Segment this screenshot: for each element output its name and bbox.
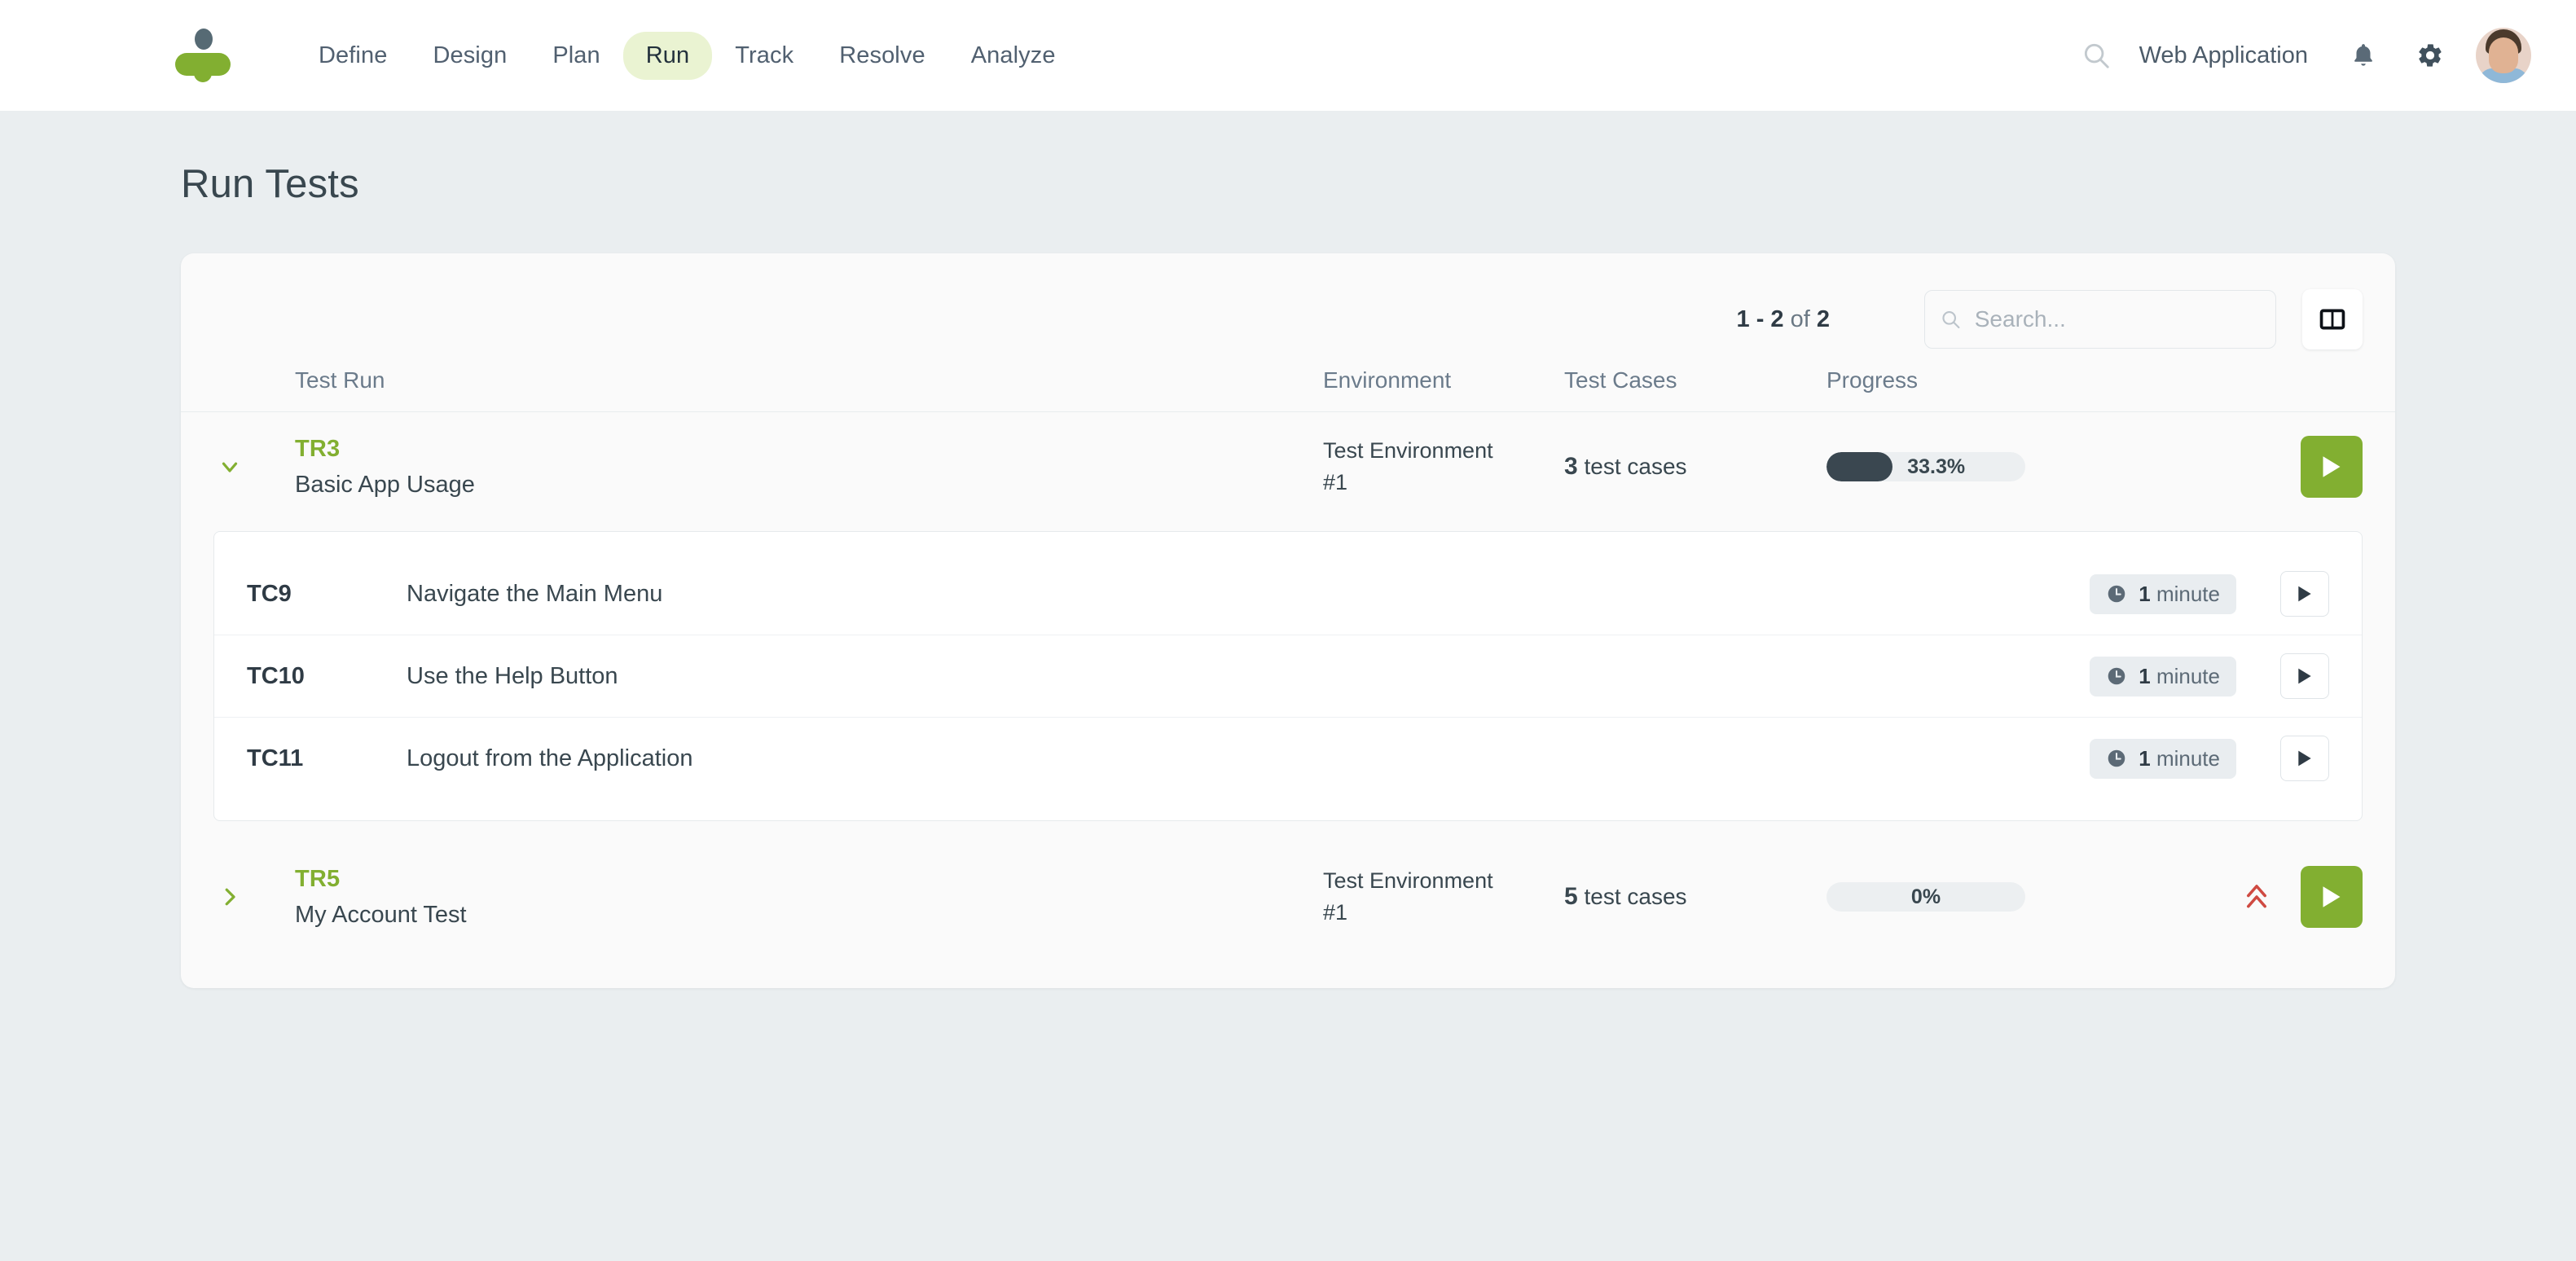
run-cell: TR3 Basic App Usage — [295, 436, 1323, 499]
user-avatar[interactable] — [2476, 28, 2531, 83]
avatar-face — [2489, 37, 2518, 73]
run-test-case-count: 3 test cases — [1564, 453, 1826, 481]
test-case-count-value: 5 — [1564, 883, 1578, 911]
run-test-run-button[interactable] — [2301, 866, 2363, 929]
pagination-summary: 1 - 2 of 2 — [1737, 306, 1830, 333]
page-title: Run Tests — [181, 162, 359, 206]
progress-bar-fill — [1826, 452, 1893, 482]
test-case-count-value: 3 — [1564, 453, 1578, 481]
columns-layout-icon[interactable] — [2302, 289, 2363, 349]
duration-badge: 1 minute — [2090, 656, 2236, 696]
top-navigation-bar: Define Design Plan Run Track Resolve Ana… — [0, 0, 2576, 111]
test-case-name: Navigate the Main Menu — [407, 580, 663, 607]
row-caret-cell — [213, 450, 295, 483]
expanded-test-cases-panel: TC9 Navigate the Main Menu 1 minute TC10… — [213, 531, 2363, 822]
run-id-link[interactable]: TR5 — [295, 866, 1323, 893]
gear-icon[interactable] — [2402, 28, 2458, 83]
list-item[interactable]: TC11 Logout from the Application 1 minut… — [214, 718, 2362, 799]
test-case-name: Logout from the Application — [407, 745, 693, 771]
run-id-link[interactable]: TR3 — [295, 436, 1323, 463]
table-header-row: Test Run Environment Test Cases Progress — [181, 367, 2395, 412]
duration-value: 1 — [2139, 745, 2151, 771]
duration-unit: minute — [2156, 663, 2220, 688]
list-item[interactable]: TC10 Use the Help Button 1 minute — [214, 635, 2362, 718]
test-case-id: TC11 — [247, 745, 304, 771]
run-test-case-button[interactable] — [2280, 571, 2329, 617]
nav-item-plan[interactable]: Plan — [530, 32, 622, 80]
main-nav: Define Design Plan Run Track Resolve Ana… — [296, 31, 1079, 80]
test-case-id: TC9 — [247, 580, 292, 607]
run-test-run-button[interactable] — [2301, 436, 2363, 499]
test-case-name: Use the Help Button — [407, 662, 618, 689]
pagination-total: 2 — [1816, 305, 1830, 332]
pagination-range: 1 - 2 — [1736, 305, 1784, 332]
logo-head-shape — [195, 29, 213, 50]
play-icon — [2298, 586, 2311, 602]
play-icon — [2323, 886, 2341, 908]
run-test-case-count: 5 test cases — [1564, 883, 1826, 911]
nav-item-design[interactable]: Design — [410, 32, 530, 80]
progress-label: 0% — [1910, 885, 1941, 908]
test-case-count-label: test cases — [1584, 884, 1687, 910]
topbar-right-group: Web Application — [2068, 27, 2531, 84]
play-icon — [2298, 668, 2311, 684]
search-input[interactable] — [1974, 306, 2261, 332]
pagination-of-label: of — [1790, 305, 1810, 332]
clock-icon — [2108, 749, 2125, 767]
header-test-cases: Test Cases — [1564, 367, 1677, 393]
table-row[interactable]: TR5 My Account Test Test Environment #1 … — [181, 842, 2395, 951]
row-caret-cell — [213, 881, 295, 913]
run-test-case-button[interactable] — [2280, 736, 2329, 782]
priority-high-icon[interactable] — [2242, 881, 2271, 912]
search-icon — [1942, 311, 1960, 329]
test-case-id: TC10 — [247, 662, 305, 689]
run-test-case-button[interactable] — [2280, 653, 2329, 700]
table-row[interactable]: TR3 Basic App Usage Test Environment #1 … — [181, 412, 2395, 521]
nav-item-analyze[interactable]: Analyze — [948, 32, 1079, 80]
nav-item-run[interactable]: Run — [622, 31, 713, 80]
progress-bar: 0% — [1826, 882, 2025, 912]
chevron-down-icon[interactable] — [213, 450, 246, 483]
row-actions — [2165, 866, 2363, 929]
header-test-run: Test Run — [295, 367, 385, 393]
nav-item-resolve[interactable]: Resolve — [816, 32, 947, 80]
bell-icon[interactable] — [2336, 28, 2391, 83]
test-case-count-label: test cases — [1584, 454, 1687, 480]
run-environment: Test Environment #1 — [1323, 438, 1493, 495]
progress-bar: 33.3% — [1826, 452, 2025, 482]
nav-item-define[interactable]: Define — [296, 32, 410, 80]
duration-unit: minute — [2156, 745, 2220, 771]
test-runs-card: 1 - 2 of 2 Test Run Environment Test Cas… — [181, 253, 2395, 988]
clock-icon — [2108, 667, 2125, 685]
header-environment: Environment — [1323, 367, 1452, 393]
nav-item-track[interactable]: Track — [712, 32, 816, 80]
play-icon — [2298, 750, 2311, 767]
duration-badge: 1 minute — [2090, 738, 2236, 779]
duration-unit: minute — [2156, 581, 2220, 606]
clock-icon — [2108, 585, 2125, 603]
project-name[interactable]: Web Application — [2139, 42, 2308, 69]
row-actions — [2165, 436, 2363, 499]
duration-value: 1 — [2139, 581, 2151, 606]
header-progress: Progress — [1826, 367, 1919, 393]
run-name: Basic App Usage — [295, 471, 475, 498]
page-content: Run Tests 1 - 2 of 2 Test — [0, 111, 2576, 988]
duration-badge: 1 minute — [2090, 573, 2236, 614]
progress-label: 33.3% — [1907, 455, 1966, 478]
search-icon[interactable] — [2068, 27, 2125, 84]
run-cell: TR5 My Account Test — [295, 866, 1323, 929]
logo-stem-shape — [194, 56, 212, 82]
run-name: My Account Test — [295, 901, 467, 928]
list-item[interactable]: TC9 Navigate the Main Menu 1 minute — [214, 553, 2362, 636]
play-icon — [2323, 456, 2341, 477]
chevron-right-icon[interactable] — [213, 881, 246, 913]
table-toolbar: 1 - 2 of 2 — [181, 253, 2395, 367]
testmo-logo[interactable] — [175, 29, 231, 82]
duration-value: 1 — [2139, 663, 2151, 688]
run-environment: Test Environment #1 — [1323, 868, 1493, 925]
search-input-wrapper[interactable] — [1924, 290, 2276, 349]
